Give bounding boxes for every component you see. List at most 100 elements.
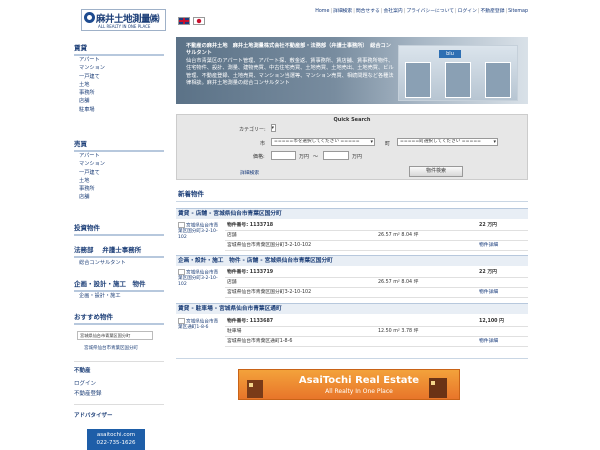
listing-thumbnail[interactable]: 宮城県仙台市青葉区国分町3-2-10-102	[178, 269, 219, 297]
sidebar-realestate-title: 不動産	[74, 368, 91, 374]
nav-contact[interactable]: 問合せする	[356, 9, 380, 14]
listing-area: 12.50 m² 3.78 坪	[378, 329, 419, 334]
sidebar-legal-list: 総合コンサルタント	[74, 259, 164, 267]
shop-sign: blu	[439, 50, 461, 58]
japan-flag-icon[interactable]	[193, 17, 205, 25]
sidebar-rent-apartment[interactable]: アパート	[74, 56, 164, 64]
sidebar-rent-list: アパート マンション 一戸建て 土地 事務所 店舗 駐車場	[74, 56, 164, 114]
listing-category[interactable]: 企画・設計・施工 物件 - 店舗 - 宮城県仙台市青葉区国分町	[176, 255, 528, 266]
listing-id: 物件番号: 1133687	[227, 319, 274, 324]
listing-thumbnail[interactable]: 宮城県仙台市青葉区通町1-8-6	[178, 318, 219, 346]
listing-address: 宮城県仙台市青葉区国分町3-2-10-102	[227, 290, 312, 295]
price-min-input[interactable]	[271, 151, 296, 160]
listing-type: 店舗	[227, 280, 237, 285]
house-icon	[429, 378, 447, 398]
category-select[interactable]	[271, 124, 276, 132]
sidebar-rent-store[interactable]: 店舗	[74, 97, 164, 105]
listing-row: 宮城県仙台市青葉区国分町3-2-10-102 物件詳細	[225, 289, 528, 298]
advertiser-domain: asaitochi.com	[96, 432, 136, 438]
nav-register[interactable]: 不動産登録	[481, 9, 505, 14]
sidebar-login-link[interactable]: ログイン	[74, 379, 96, 387]
sidebar-recommend-title: おすすめ物件	[74, 311, 164, 325]
uk-flag-icon[interactable]	[178, 17, 190, 25]
sidebar-rent-house[interactable]: 一戸建て	[74, 73, 164, 81]
hero-banner: blu 不動産の麻井土地 麻井土地測量株式会社不動産部・法務部（弁護士事務所） …	[176, 37, 528, 104]
ad-banner-title: AsaiTochi Real Estate	[298, 375, 420, 386]
sidebar-sale-title[interactable]: 売買	[74, 138, 164, 152]
listing-address: 宮城県仙台市青葉区通町1-8-6	[227, 339, 293, 344]
shop-window	[445, 62, 471, 98]
listing-detail-link[interactable]: 物件詳細	[479, 242, 498, 250]
sidebar-rent-office[interactable]: 事務所	[74, 89, 164, 97]
listing-row: 物件番号: 1133718 22 万円	[225, 222, 528, 231]
sidebar-sale-land[interactable]: 土地	[74, 177, 164, 185]
logo-name: 麻井土地測量㈱	[96, 14, 160, 25]
sidebar-rent-title[interactable]: 賃貸	[74, 42, 164, 56]
listing-row: 店舗 26.57 m² 8.04 坪	[225, 232, 528, 241]
photo-placeholder-icon	[178, 318, 185, 324]
listing-thumbnail[interactable]: 宮城県仙台市青葉区国分町3-2-10-102	[178, 222, 219, 250]
sidebar-sale-apartment[interactable]: アパート	[74, 152, 164, 160]
recommend-thumbnail[interactable]: 宮城県仙台市青葉区国分町	[77, 331, 153, 340]
storefront-image: blu	[398, 45, 518, 101]
advertiser-box[interactable]: asaitochi.com 022-735-1626	[87, 429, 145, 450]
town-select[interactable]: =====町選択してください =====	[397, 138, 498, 146]
property-search-button[interactable]: 物件検索	[409, 166, 463, 177]
nav-advanced-search[interactable]: 詳細検索	[333, 9, 352, 14]
banner-description: 仙台市青葉区のアパート管理、アパート探、敷金返、賃事務所、賃店舗、賃事務所物件、…	[186, 57, 394, 87]
banner-text: 不動産の麻井土地 麻井土地測量株式会社不動産部・法務部（弁護士事務所） 総合コン…	[186, 43, 396, 87]
listing-address: 宮城県仙台市青葉区国分町3-2-10-102	[227, 243, 312, 248]
sidebar-sale-house[interactable]: 一戸建て	[74, 169, 164, 177]
listing-row: 宮城県仙台市青葉区通町1-8-6 物件詳細	[225, 338, 528, 347]
sidebar-plan-sub[interactable]: 企画・設計・施工	[74, 292, 164, 300]
house-icon	[247, 380, 263, 398]
banner-headline: 不動産の麻井土地 麻井土地測量株式会社不動産部・法務部（弁護士事務所） 総合コン…	[186, 43, 391, 57]
city-select[interactable]: =====市を選択してください =====	[271, 138, 375, 146]
city-label: 市	[260, 141, 266, 147]
sidebar-consultant[interactable]: 総合コンサルタント	[74, 259, 164, 267]
sidebar-rent-mansion[interactable]: マンション	[74, 64, 164, 72]
sidebar-invest-title[interactable]: 投資物件	[74, 222, 164, 236]
sidebar-plan-list: 企画・設計・施工	[74, 292, 164, 300]
listing-price: 12,100 円	[479, 319, 504, 324]
quick-search-title: Quick Search	[333, 117, 371, 123]
sidebar-sale-store[interactable]: 店舗	[74, 193, 164, 201]
listing-category[interactable]: 賃貸 - 駐車場 - 宮城県仙台市青葉区通町	[176, 303, 528, 314]
listing-row: 物件番号: 1133687 12,100 円	[225, 318, 528, 327]
listing-row: 物件番号: 1133719 22 万円	[225, 269, 528, 278]
listing-id: 物件番号: 1133718	[227, 223, 274, 228]
sidebar-register-link[interactable]: 不動産登録	[74, 389, 102, 397]
shop-window	[485, 62, 511, 98]
top-nav: Home|詳細検索|問合せする|会社案内|プライバシーについて|ログイン|不動産…	[315, 9, 528, 14]
listing-row: 店舗 26.57 m² 8.04 坪	[225, 279, 528, 288]
listing-type: 駐車場	[227, 329, 242, 334]
nav-home[interactable]: Home	[315, 9, 329, 14]
sidebar-rent-land[interactable]: 土地	[74, 81, 164, 89]
price-max-input[interactable]	[323, 151, 349, 160]
site-logo[interactable]: 麻井土地測量㈱ ALL REALTY IN ONE PLACE	[81, 9, 166, 31]
nav-login[interactable]: ログイン	[458, 9, 477, 14]
listing-area: 26.57 m² 8.04 坪	[378, 280, 419, 285]
listing-area: 26.57 m² 8.04 坪	[378, 233, 419, 238]
sidebar-plan-title[interactable]: 企画・設計・施工 物件	[74, 278, 164, 292]
advertiser-phone: 022-735-1626	[96, 440, 136, 446]
listing-detail-link[interactable]: 物件詳細	[479, 289, 498, 297]
listing-detail-link[interactable]: 物件詳細	[479, 338, 498, 346]
content-divider	[176, 358, 528, 359]
nav-sitemap[interactable]: Sitemap	[508, 9, 528, 14]
advanced-search-link[interactable]: 詳細検索	[240, 169, 259, 176]
nav-company[interactable]: 会社案内	[383, 9, 402, 14]
listing-category[interactable]: 賃貸 - 店舗 - 宮城県仙台市青葉区国分町	[176, 208, 528, 219]
nav-privacy[interactable]: プライバシーについて	[406, 9, 454, 14]
sidebar-divider	[74, 404, 164, 405]
sidebar-sale-list: アパート マンション 一戸建て 土地 事務所 店舗	[74, 152, 164, 202]
sidebar-advertiser-title: アドバタイザー	[74, 413, 113, 419]
asaitochi-ad-banner[interactable]: AsaiTochi Real Estate All Realty In One …	[238, 369, 460, 400]
price-max-unit: 万円	[352, 154, 363, 160]
recommend-caption[interactable]: 宮城県仙台市青葉区国分町	[84, 345, 138, 351]
sidebar-sale-mansion[interactable]: マンション	[74, 160, 164, 168]
new-listings-title: 新着物件	[176, 188, 528, 202]
sidebar-legal-title[interactable]: 法務部 弁護士事務所	[74, 244, 164, 258]
sidebar-rent-parking[interactable]: 駐車場	[74, 106, 164, 114]
sidebar-sale-office[interactable]: 事務所	[74, 185, 164, 193]
